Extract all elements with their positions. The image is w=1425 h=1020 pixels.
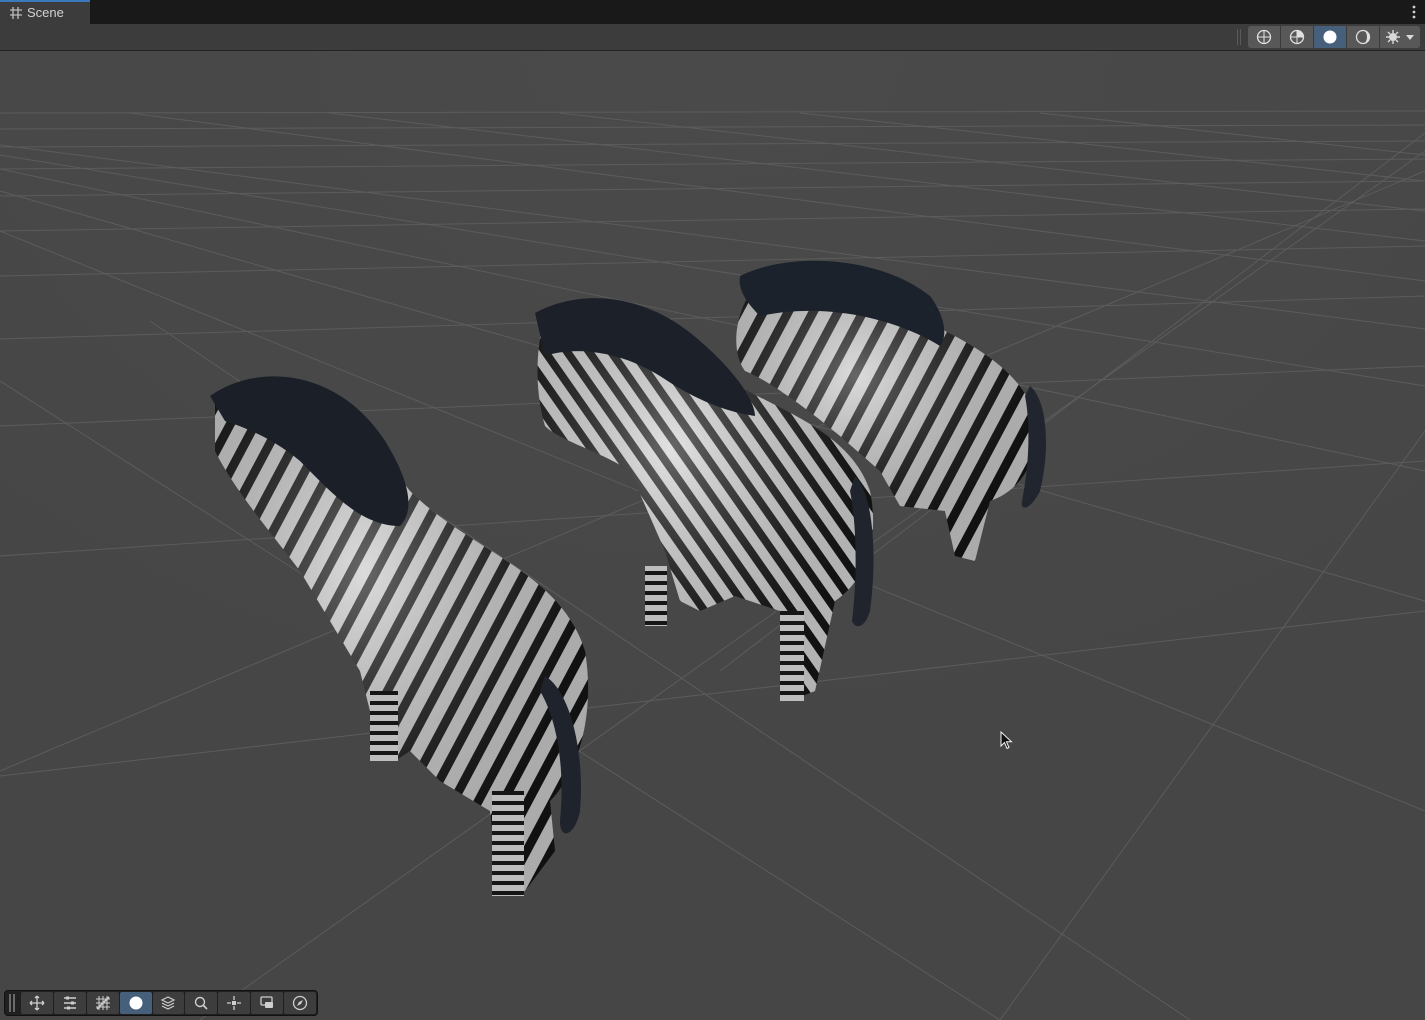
more-options-icon[interactable] [1411, 4, 1417, 20]
shaded-button[interactable] [1314, 26, 1347, 48]
tab-label: Scene [27, 5, 64, 20]
layers-icon [161, 996, 176, 1010]
lit-button[interactable] [1347, 26, 1380, 48]
toolbar-divider [1240, 29, 1241, 45]
pivot-button[interactable] [218, 992, 251, 1014]
shaded-wireframe-button[interactable] [1281, 26, 1314, 48]
tab-scene[interactable]: Scene [0, 0, 90, 24]
transform-tool-button[interactable] [53, 992, 86, 1014]
mouse-cursor-icon [1000, 731, 1013, 750]
sphere-view-icon [129, 996, 143, 1010]
move-tool-button[interactable] [20, 992, 53, 1014]
transform-tool-icon [63, 996, 76, 1010]
search-button[interactable] [185, 992, 218, 1014]
shaded-icon [1323, 30, 1337, 44]
grid-icon [10, 7, 22, 19]
draw-mode-group [1248, 26, 1420, 48]
shaded-wireframe-icon [1289, 29, 1305, 45]
toolbar-drag-handle[interactable] [9, 994, 17, 1012]
wireframe-icon [1256, 29, 1272, 45]
grid-snap-icon [95, 996, 110, 1010]
pivot-icon [227, 996, 242, 1010]
scene-toolbar [0, 24, 1425, 51]
camera-icon [260, 996, 274, 1008]
compass-icon [292, 995, 308, 1011]
scene-viewport[interactable] [0, 51, 1425, 1020]
camera-button[interactable] [251, 992, 284, 1014]
toolbar-divider [1237, 29, 1238, 45]
move-tool-icon [29, 995, 45, 1011]
lit-icon [1355, 29, 1371, 45]
overlay-toolbar [4, 990, 318, 1016]
debug-draw-icon [1386, 30, 1414, 44]
tab-bar: Scene [0, 0, 1425, 24]
layers-button[interactable] [152, 992, 185, 1014]
scene-canvas [0, 51, 1425, 1020]
sphere-view-button[interactable] [119, 992, 152, 1014]
scene-window: Scene [0, 0, 1425, 1020]
grid-snap-button[interactable] [86, 992, 119, 1014]
compass-button[interactable] [284, 992, 316, 1014]
wireframe-button[interactable] [1248, 26, 1281, 48]
debug-draw-dropdown[interactable] [1380, 26, 1420, 48]
search-icon [195, 996, 208, 1010]
